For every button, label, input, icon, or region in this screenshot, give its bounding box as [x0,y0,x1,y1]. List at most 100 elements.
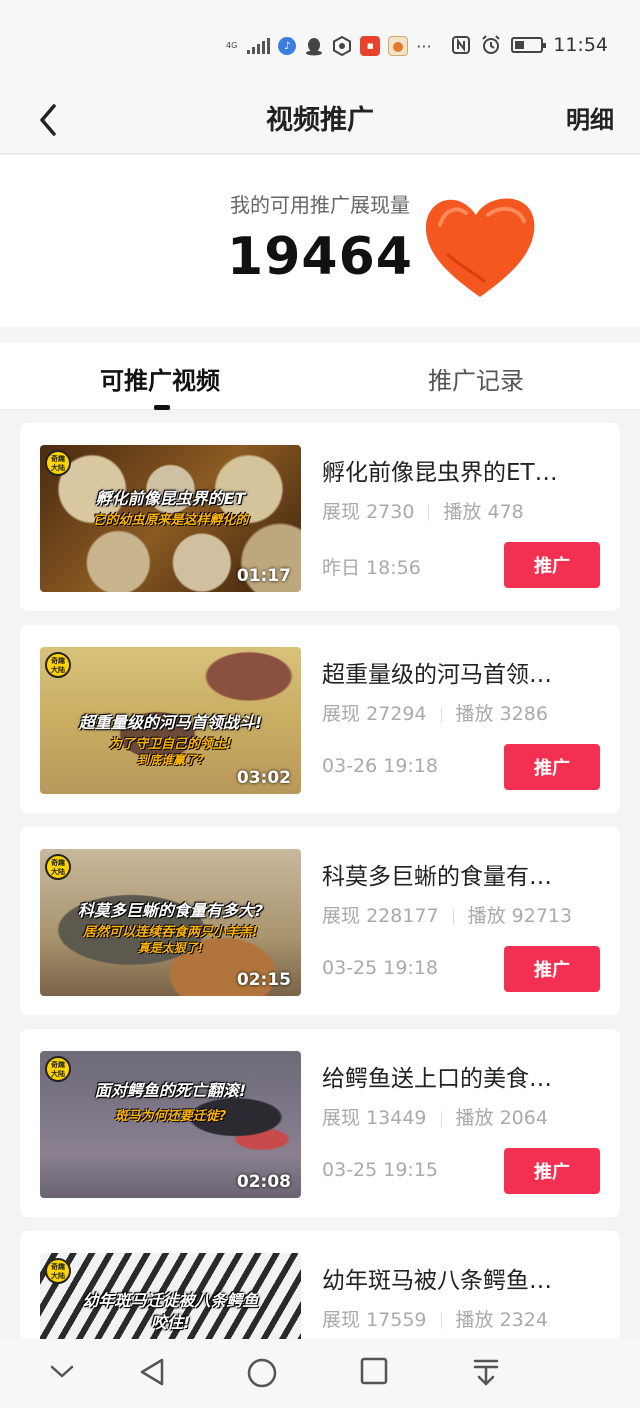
plays-label: 播放 [443,501,482,523]
detail-button[interactable]: 明细 [566,100,614,135]
alarm-icon [482,35,500,54]
thumbnail-subcaption: 为了守卫自己的领土! [109,737,232,752]
promote-button[interactable]: 推广 [504,744,600,790]
qq-icon [306,38,323,56]
stats-divider [452,908,454,925]
views-count: 2730 [366,501,415,523]
heart-icon [425,198,535,297]
video-stats: 展现 228177 播放 92713 [322,901,572,928]
status-bar: 4G ♪ ■ ··· 11:54 [0,0,640,90]
plays-label: 播放 [455,1309,494,1331]
more-notifications-icon: ··· [416,36,432,56]
signal-icon [247,38,271,54]
views-count: 17559 [366,1309,427,1331]
video-thumbnail[interactable]: 奇趣 大陆 超重量级的河马首领战斗! 为了守卫自己的领土! 到底谁赢了? 03:… [40,647,301,794]
plays-count: 2064 [499,1107,548,1129]
views-label: 展现 [322,501,361,523]
thumbnail-subcaption: 斑马为何还要迁徙? [114,1109,227,1124]
impressions-summary: 我的可用推广展现量 19464 [0,155,640,327]
video-stats: 展现 27294 播放 3286 [322,699,548,726]
network-type: 4G [226,41,238,50]
tab-bar: 可推广视频 推广记录 [0,343,640,410]
battery-icon [511,37,547,53]
promote-button[interactable]: 推广 [504,946,600,992]
system-navigation-bar [0,1339,640,1408]
plays-count: 92713 [511,905,573,927]
video-duration: 02:08 [236,1172,291,1192]
video-card[interactable]: 奇趣 大陆 超重量级的河马首领战斗! 为了守卫自己的领土! 到底谁赢了? 03:… [20,625,620,813]
plays-count: 2324 [499,1309,548,1331]
video-stats: 展现 13449 播放 2064 [322,1103,548,1130]
video-title[interactable]: 科莫多巨蜥的食量有… [322,857,592,891]
status-time: 11:54 [553,34,608,56]
video-card[interactable]: 奇趣 大陆 科莫多巨蜥的食量有多大? 居然可以连续吞食两只小羊羔! 真是太狠了!… [20,827,620,1015]
status-left-icons: 4G ♪ ■ ··· [226,36,432,56]
tab-promotable-videos[interactable]: 可推广视频 [100,361,220,396]
video-publish-time: 03-26 19:18 [322,755,439,777]
video-card[interactable]: 奇趣 大陆 孵化前像昆虫界的ET 它的幼虫原来是这样孵化的 01:17 孵化前像… [20,423,620,611]
thumbnail-caption: 面对鳄鱼的死亡翻滚! [94,1081,247,1100]
back-triangle-icon[interactable] [138,1357,166,1387]
video-publish-time: 03-25 19:15 [322,1159,439,1181]
tab-promotion-records[interactable]: 推广记录 [428,361,524,396]
stats-divider [428,504,430,521]
notification-pull-icon[interactable] [472,1357,500,1387]
promote-button[interactable]: 推广 [504,1148,600,1194]
video-stats: 展现 17559 播放 2324 [322,1305,548,1332]
channel-badge: 奇趣 大陆 [45,450,71,476]
thumbnail-caption: 超重量级的河马首领战斗! [78,713,263,732]
thumbnail-caption: 幼年斑马迁徙被八条鳄鱼 [82,1291,259,1310]
thumbnail-subcaption: 居然可以连续吞食两只小羊羔! [83,925,258,940]
thumbnail-subcaption-2: 到底谁赢了? [137,753,204,767]
views-count: 13449 [366,1107,427,1129]
status-right-icons: 11:54 [451,34,608,56]
channel-badge: 奇趣 大陆 [45,652,71,678]
channel-badge: 奇趣 大陆 [45,1258,71,1284]
video-thumbnail[interactable]: 奇趣 大陆 孵化前像昆虫界的ET 它的幼虫原来是这样孵化的 01:17 [40,445,301,592]
plays-count: 478 [487,501,524,523]
app-hexagon-icon [333,36,352,56]
header: 视频推广 明细 [0,90,640,154]
plays-label: 播放 [455,1107,494,1129]
video-title[interactable]: 超重量级的河马首领… [322,655,592,689]
video-title[interactable]: 孵化前像昆虫界的ET… [322,453,592,487]
available-impressions-value: 19464 [227,227,413,287]
home-circle-icon[interactable] [246,1357,278,1389]
video-card[interactable]: 奇趣 大陆 面对鳄鱼的死亡翻滚! 斑马为何还要迁徙? 02:08 给鳄鱼送上口的… [20,1029,620,1217]
video-title[interactable]: 幼年斑马被八条鳄鱼… [322,1261,592,1295]
cat-app-icon [388,36,409,56]
video-duration: 02:15 [236,970,291,990]
plays-label: 播放 [455,703,494,725]
views-label: 展现 [322,703,361,725]
recents-square-icon[interactable] [360,1357,388,1385]
stats-divider [440,706,442,723]
video-duration: 01:17 [236,566,291,586]
video-publish-time: 03-25 19:18 [322,957,439,979]
thumbnail-subcaption: 咬住! [150,1313,191,1332]
views-label: 展现 [322,1309,361,1331]
thumbnail-caption: 孵化前像昆虫界的ET [95,489,246,508]
video-thumbnail[interactable]: 奇趣 大陆 科莫多巨蜥的食量有多大? 居然可以连续吞食两只小羊羔! 真是太狠了!… [40,849,301,996]
stats-divider [440,1312,442,1329]
promote-button[interactable]: 推广 [504,542,600,588]
thumbnail-subcaption: 它的幼虫原来是这样孵化的 [92,513,249,528]
thumbnail-subcaption-2: 真是太狠了! [137,941,204,955]
active-tab-indicator [154,405,170,410]
stats-divider [440,1110,442,1127]
views-count: 27294 [366,703,427,725]
video-thumbnail[interactable]: 奇趣 大陆 面对鳄鱼的死亡翻滚! 斑马为何还要迁徙? 02:08 [40,1051,301,1198]
plays-count: 3286 [499,703,548,725]
views-label: 展现 [322,1107,361,1129]
video-publish-time: 昨日 18:56 [322,557,421,579]
collapse-down-icon[interactable] [48,1357,76,1385]
shop-app-icon: ■ [360,36,381,56]
available-impressions-label: 我的可用推广展现量 [230,193,410,217]
video-title[interactable]: 给鳄鱼送上口的美食… [322,1059,592,1093]
plays-label: 播放 [467,905,506,927]
views-label: 展现 [322,905,361,927]
video-duration: 03:02 [236,768,291,788]
channel-badge: 奇趣 大陆 [45,854,71,880]
video-stats: 展现 2730 播放 478 [322,497,524,524]
music-app-icon: ♪ [278,37,297,55]
nfc-icon [452,36,471,54]
